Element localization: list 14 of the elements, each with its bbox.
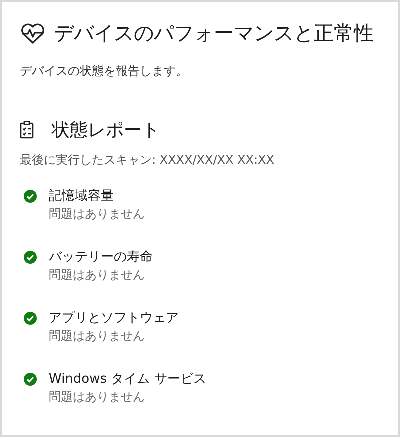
item-status: 問題はありません	[49, 267, 146, 284]
item-status: 問題はありません	[49, 328, 146, 345]
heart-pulse-icon	[20, 22, 46, 44]
clipboard-icon	[20, 121, 34, 139]
item-name: バッテリーの寿命	[49, 249, 153, 266]
page-title: デバイスのパフォーマンスと正常性	[54, 20, 374, 47]
item-name: アプリとソフトウェア	[49, 310, 179, 327]
section-title: 状態レポート	[52, 119, 160, 142]
item-name: Windows タイム サービス	[49, 371, 206, 388]
item-status: 問題はありません	[49, 206, 145, 223]
item-name: 記憶域容量	[49, 188, 115, 205]
item-status: 問題はありません	[49, 389, 146, 406]
last-scan-text: 最後に実行したスキャン: XXXX/XX/XX XX:XX	[20, 152, 276, 169]
page-description: デバイスの状態を報告します。	[20, 63, 189, 80]
